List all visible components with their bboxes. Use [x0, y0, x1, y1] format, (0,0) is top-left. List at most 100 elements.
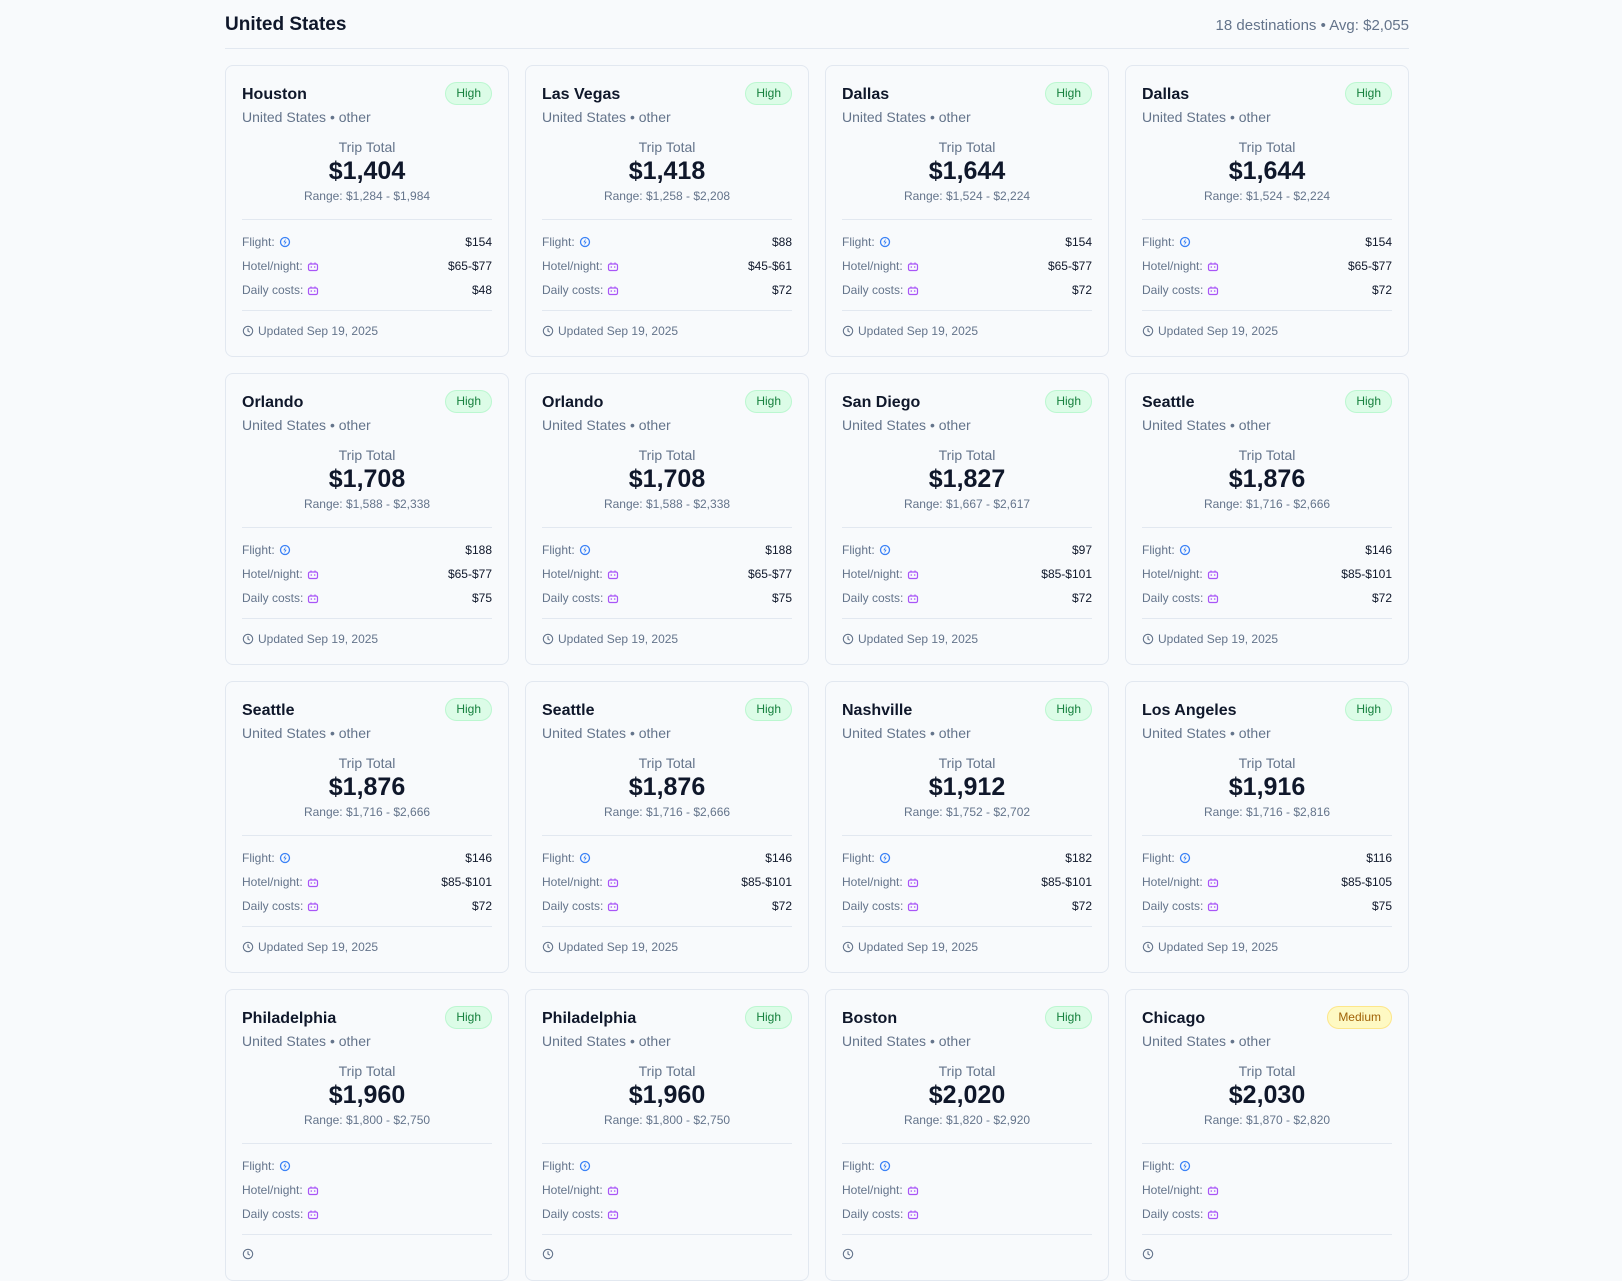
destination-card-san-diego[interactable]: San Diego High United States • other Tri… — [825, 373, 1109, 665]
destination-card-orlando[interactable]: Orlando High United States • other Trip … — [525, 373, 809, 665]
flight-row: Flight: $116 — [1142, 846, 1392, 870]
daily-label: Daily costs: — [242, 591, 304, 605]
destination-card-boston[interactable]: Boston High United States • other Trip T… — [825, 989, 1109, 1281]
hotel-value: $45-$61 — [747, 259, 792, 273]
destination-card-seattle[interactable]: Seattle High United States • other Trip … — [525, 681, 809, 973]
trip-total-label: Trip Total — [1238, 1063, 1296, 1079]
city-name: Orlando — [542, 394, 604, 411]
confidence-badge: High — [1045, 82, 1092, 105]
card-footer: Updated Sep 19, 2025 — [1142, 618, 1392, 646]
destination-card-las-vegas[interactable]: Las Vegas High United States • other Tri… — [525, 65, 809, 357]
destination-card-seattle[interactable]: Seattle High United States • other Trip … — [1125, 373, 1409, 665]
section-title: United States — [225, 14, 347, 35]
card-footer: Updated Sep 19, 2025 — [242, 926, 492, 954]
destination-card-philadelphia[interactable]: Philadelphia High United States • other … — [525, 989, 809, 1281]
clock-icon — [242, 325, 254, 337]
daily-label: Daily costs: — [542, 899, 604, 913]
flight-icon — [879, 1160, 890, 1172]
daily-label: Daily costs: — [842, 283, 904, 297]
flight-value: $182 — [1065, 851, 1092, 865]
destination-card-los-angeles[interactable]: Los Angeles High United States • other T… — [1125, 681, 1409, 973]
country-category: United States • other — [242, 1033, 371, 1049]
daily-icon — [308, 594, 319, 604]
flight-icon — [879, 544, 890, 556]
daily-label: Daily costs: — [1142, 283, 1204, 297]
trip-total-label: Trip Total — [938, 447, 996, 463]
hotel-value: $85-$101 — [441, 875, 492, 889]
updated-text: Updated Sep 19, 2025 — [558, 632, 679, 646]
clock-icon — [1142, 1248, 1154, 1260]
clock-icon — [842, 325, 854, 337]
flight-icon — [879, 852, 890, 864]
flight-row: Flight: $97 — [842, 538, 1092, 562]
card-header: Dallas High — [1142, 82, 1392, 105]
hotel-label: Hotel/night: — [242, 1183, 303, 1197]
daily-label: Daily costs: — [542, 1207, 604, 1221]
daily-row: Daily costs: $72 — [1142, 586, 1392, 610]
hotel-row: Hotel/night: $65-$77 — [242, 254, 492, 278]
country-category: United States • other — [542, 109, 671, 125]
trip-total-value: $2,030 — [1228, 1081, 1306, 1109]
flight-row: Flight: $146 — [542, 846, 792, 870]
trip-total-block: Trip Total $1,876 Range: $1,716 - $2,666 — [542, 755, 792, 819]
clock-icon — [242, 633, 254, 645]
destination-card-seattle[interactable]: Seattle High United States • other Trip … — [225, 681, 509, 973]
card-header: Seattle High — [242, 698, 492, 721]
daily-icon — [608, 594, 619, 604]
trip-total-label: Trip Total — [338, 139, 396, 155]
daily-label: Daily costs: — [1142, 591, 1204, 605]
destination-card-dallas[interactable]: Dallas High United States • other Trip T… — [825, 65, 1109, 357]
destination-card-nashville[interactable]: Nashville High United States • other Tri… — [825, 681, 1109, 973]
hotel-icon — [607, 570, 618, 580]
destination-card-philadelphia[interactable]: Philadelphia High United States • other … — [225, 989, 509, 1281]
flight-label: Flight: — [242, 1159, 275, 1173]
flight-label: Flight: — [242, 851, 275, 865]
updated-text: Updated Sep 19, 2025 — [558, 324, 679, 338]
daily-label: Daily costs: — [542, 591, 604, 605]
trip-range: Range: $1,588 - $2,338 — [303, 497, 431, 511]
cost-breakdown: Flight: $188 Hotel/night: $65-$77 Daily … — [542, 528, 792, 610]
card-footer: Updated Sep 19, 2025 — [542, 618, 792, 646]
daily-icon — [308, 1210, 319, 1220]
updated-text: Updated Sep 19, 2025 — [858, 632, 979, 646]
card-footer: Updated Sep 19, 2025 — [1142, 310, 1392, 338]
daily-value: $72 — [1071, 283, 1092, 297]
hotel-value: $65-$77 — [447, 259, 492, 273]
clock-icon — [542, 325, 554, 337]
updated-text: Updated Sep 19, 2025 — [558, 940, 679, 954]
flight-label: Flight: — [842, 543, 875, 557]
flight-icon — [579, 852, 590, 864]
card-header: Nashville High — [842, 698, 1092, 721]
hotel-row: Hotel/night: — [542, 1178, 792, 1202]
trip-range: Range: $1,667 - $2,617 — [903, 497, 1031, 511]
trip-total-block: Trip Total $1,708 Range: $1,588 - $2,338 — [242, 447, 492, 511]
flight-label: Flight: — [842, 851, 875, 865]
flight-label: Flight: — [242, 543, 275, 557]
confidence-badge: High — [445, 82, 492, 105]
card-footer: Updated Sep 19, 2025 — [842, 926, 1092, 954]
hotel-label: Hotel/night: — [842, 1183, 903, 1197]
city-name: Seattle — [1142, 394, 1195, 411]
trip-total-block: Trip Total $2,030 Range: $1,870 - $2,820 — [1142, 1063, 1392, 1127]
cost-breakdown: Flight: $154 Hotel/night: $65-$77 Daily … — [1142, 220, 1392, 302]
flight-value: $146 — [765, 851, 792, 865]
daily-row: Daily costs: $72 — [542, 894, 792, 918]
destination-card-dallas[interactable]: Dallas High United States • other Trip T… — [1125, 65, 1409, 357]
trip-total-label: Trip Total — [638, 1063, 696, 1079]
trip-range: Range: $1,524 - $2,224 — [1203, 189, 1331, 203]
flight-label: Flight: — [242, 235, 275, 249]
destination-card-chicago[interactable]: Chicago Medium United States • other Tri… — [1125, 989, 1409, 1281]
hotel-icon — [907, 878, 918, 888]
clock-icon — [542, 941, 554, 953]
hotel-value: $65-$77 — [1347, 259, 1392, 273]
destination-card-houston[interactable]: Houston High United States • other Trip … — [225, 65, 509, 357]
trip-total-block: Trip Total $1,418 Range: $1,258 - $2,208 — [542, 139, 792, 203]
trip-total-value: $1,404 — [328, 157, 406, 185]
flight-icon — [879, 236, 890, 248]
hotel-row: Hotel/night: $85-$101 — [842, 870, 1092, 894]
card-header: San Diego High — [842, 390, 1092, 413]
daily-row: Daily costs: — [542, 1202, 792, 1226]
destination-card-orlando[interactable]: Orlando High United States • other Trip … — [225, 373, 509, 665]
flight-row: Flight: $154 — [1142, 230, 1392, 254]
daily-label: Daily costs: — [842, 1207, 904, 1221]
